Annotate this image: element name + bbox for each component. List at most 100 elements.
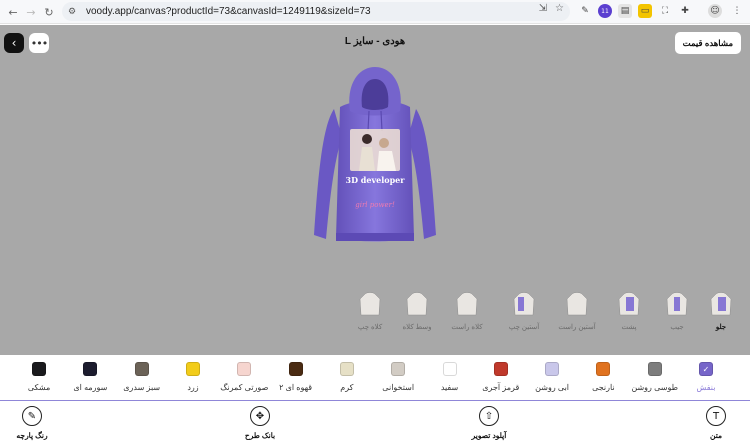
- view-thumbnail: [710, 292, 732, 316]
- view-price-button[interactable]: مشاهده قیمت: [674, 32, 741, 54]
- color-name: زرد: [187, 383, 199, 392]
- extension-badge-icon[interactable]: 11: [598, 4, 612, 18]
- site-info-icon[interactable]: ⚙: [68, 7, 82, 17]
- view-thumbnail: [406, 292, 428, 316]
- hoodie-mockup[interactable]: 3D developer girl power!: [312, 67, 438, 247]
- color-swatch[interactable]: سبز سدری: [116, 362, 168, 400]
- checkmark-icon: ✓: [699, 362, 713, 376]
- browser-toolbar: ← → ↻ ⚙ voody.app/canvas?productId=73&ca…: [0, 0, 750, 24]
- color-chip: [237, 362, 252, 376]
- color-name: کرم: [340, 383, 354, 392]
- back-arrow-icon[interactable]: ←: [4, 3, 22, 21]
- design-canvas[interactable]: ‹ ••• هودی - سایز L مشاهده قیمت 3D devel…: [0, 25, 750, 355]
- extension-icon[interactable]: ▤: [618, 4, 632, 18]
- color-swatch[interactable]: طوسی روشن: [629, 362, 681, 400]
- page-title: هودی - سایز L: [344, 36, 406, 47]
- view-option[interactable]: جلو: [700, 291, 742, 341]
- screenshot-icon[interactable]: ⛶: [658, 4, 672, 18]
- color-swatch[interactable]: زرد: [167, 362, 219, 400]
- color-chip: [186, 362, 200, 376]
- color-name: سفید: [440, 383, 459, 392]
- color-chip: [83, 362, 98, 376]
- view-option[interactable]: آستین راست: [556, 291, 598, 341]
- view-label: کلاه راست: [451, 324, 483, 331]
- view-label: جیب: [670, 324, 684, 331]
- fabric-color-label: رنگ پارچه: [16, 431, 48, 440]
- text-tool-button[interactable]: T متن: [681, 406, 750, 446]
- color-swatch[interactable]: کرم: [321, 362, 373, 400]
- color-name: سورمه ای: [73, 383, 108, 392]
- color-chip: [596, 362, 611, 376]
- profile-avatar[interactable]: ☺: [708, 4, 722, 18]
- view-option[interactable]: کلاه راست: [446, 291, 488, 341]
- color-swatch[interactable]: استخوانی: [372, 362, 424, 400]
- color-name: قهوه ای ۲: [279, 383, 313, 392]
- fabric-color-button[interactable]: ✎ رنگ پارچه: [0, 406, 67, 446]
- pattern-bank-label: بانک طرح: [244, 431, 276, 440]
- color-chip: [647, 362, 662, 376]
- view-label: آستین راست: [558, 324, 596, 331]
- color-swatch[interactable]: سورمه ای: [64, 362, 116, 400]
- color-name: مشکی: [27, 383, 51, 392]
- color-chip: [442, 362, 457, 376]
- reload-icon[interactable]: ↻: [40, 3, 58, 21]
- color-swatch[interactable]: ابی روشن: [526, 362, 578, 400]
- pattern-bank-button[interactable]: ✥ بانک طرح: [225, 406, 295, 446]
- color-chip: [545, 362, 560, 376]
- hoodie-body: [336, 101, 414, 242]
- install-app-icon[interactable]: ⇲: [539, 3, 547, 14]
- text-tool-label: متن: [710, 431, 722, 440]
- upload-icon: ⇧: [479, 406, 499, 426]
- color-swatch[interactable]: قهوه ای ۲: [270, 362, 322, 400]
- extension-yellow-icon[interactable]: ▭: [638, 4, 652, 18]
- color-swatch[interactable]: سفید: [424, 362, 476, 400]
- view-option[interactable]: آستین چپ: [503, 291, 545, 341]
- color-chip: [339, 362, 354, 376]
- view-option[interactable]: کلاه چپ: [349, 291, 391, 341]
- color-swatch[interactable]: مشکی: [13, 362, 65, 400]
- chevron-left-icon: ‹: [11, 36, 17, 50]
- address-bar[interactable]: ⚙ voody.app/canvas?productId=73&canvasId…: [62, 2, 570, 21]
- view-label: کلاه چپ: [357, 324, 383, 331]
- back-button[interactable]: ‹: [4, 33, 24, 53]
- hoodie-hem: [336, 233, 414, 241]
- ellipsis-icon: •••: [30, 36, 48, 50]
- color-chip: [134, 362, 149, 376]
- color-name: استخوانی: [382, 383, 415, 392]
- color-name: بنفش: [696, 383, 716, 392]
- color-swatch[interactable]: ✓ بنفش: [680, 362, 732, 400]
- puzzle-icon[interactable]: ✚: [678, 4, 692, 18]
- color-swatch[interactable]: قرمز آجری: [475, 362, 527, 400]
- view-thumbnail: [566, 292, 588, 316]
- upload-image-button[interactable]: ⇧ آپلود تصویر: [454, 406, 524, 446]
- view-selector: جلو جیب پشت آستین راست آستین چپ کلاه راست وسط …: [354, 291, 744, 341]
- view-thumbnail: [359, 292, 381, 316]
- color-name: نارنجی: [592, 383, 615, 392]
- color-swatch[interactable]: نارنجی: [577, 362, 629, 400]
- view-option[interactable]: جیب: [656, 291, 698, 341]
- bottom-toolbar: T متن ⇧ آپلود تصویر ✥ بانک طرح ✎ رنگ پار…: [0, 401, 750, 446]
- view-option[interactable]: پشت: [608, 291, 650, 341]
- color-chip: [391, 362, 406, 376]
- bookmark-star-icon[interactable]: ☆: [555, 3, 564, 14]
- view-thumbnail: [456, 292, 478, 316]
- menu-dots-icon[interactable]: ⋮: [730, 4, 744, 18]
- brush-icon: ✎: [22, 406, 42, 426]
- view-option[interactable]: وسط کلاه: [396, 291, 438, 341]
- color-name: صورتی کمرنگ: [220, 383, 269, 392]
- extension-badge: 11: [601, 7, 609, 15]
- eyedropper-icon[interactable]: ✎: [578, 4, 592, 18]
- url-text: voody.app/canvas?productId=73&canvasId=1…: [86, 6, 371, 17]
- view-label: وسط کلاه: [402, 324, 432, 331]
- color-chip: [493, 362, 508, 376]
- color-chip: [288, 362, 303, 376]
- text-icon: T: [706, 406, 726, 426]
- color-name: طوسی روشن: [631, 383, 678, 392]
- view-label: پشت: [621, 324, 637, 331]
- more-options-button[interactable]: •••: [29, 33, 49, 53]
- view-thumbnail: [513, 292, 535, 316]
- pattern-bank-icon: ✥: [250, 406, 270, 426]
- color-swatch[interactable]: صورتی کمرنگ: [218, 362, 270, 400]
- forward-arrow-icon[interactable]: →: [22, 3, 40, 21]
- color-palette: ✓ بنفش طوسی روشن نارنجی ابی روشن قرمز آجری سفی…: [0, 355, 750, 400]
